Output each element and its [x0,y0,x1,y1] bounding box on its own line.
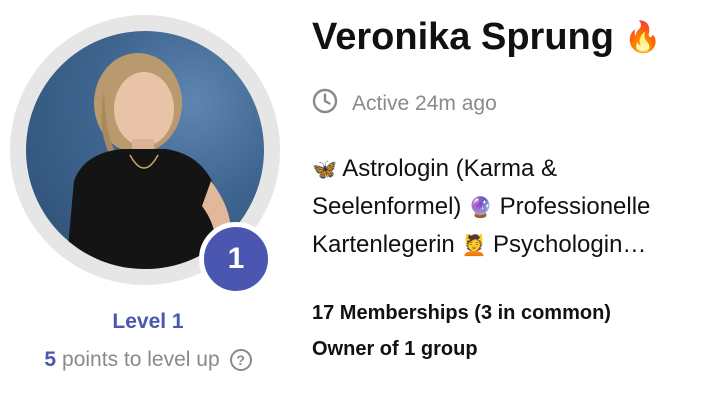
profile-name: Veronika Sprung [312,16,614,58]
active-status: Active 24m ago [312,88,497,120]
active-status-text: Active 24m ago [352,92,497,115]
points-suffix: points to level up [62,348,220,371]
profile-name-row: Veronika Sprung 🔥 [312,16,661,59]
points-count: 5 [44,348,57,371]
owner-of-groups[interactable]: Owner of 1 group [312,338,478,361]
butterfly-icon: 🦋 [312,157,337,181]
bio: 🦋 Astrologin (Karma & Seelenformel) 🔮 Pr… [312,150,707,264]
clock-icon [312,88,338,120]
memberships-count[interactable]: 17 Memberships (3 in common) [312,302,611,325]
crystal-ball-icon: 🔮 [468,195,493,219]
help-icon[interactable]: ? [229,349,252,371]
level-badge: 1 [199,222,273,296]
points-to-level-up: 5 points to level up ? [0,348,296,372]
person-icon: 💆 [461,233,487,257]
level-label: Level 1 [112,310,184,333]
flame-icon: 🔥 [623,20,662,55]
bio-text-3: Psychologin… [486,231,647,258]
